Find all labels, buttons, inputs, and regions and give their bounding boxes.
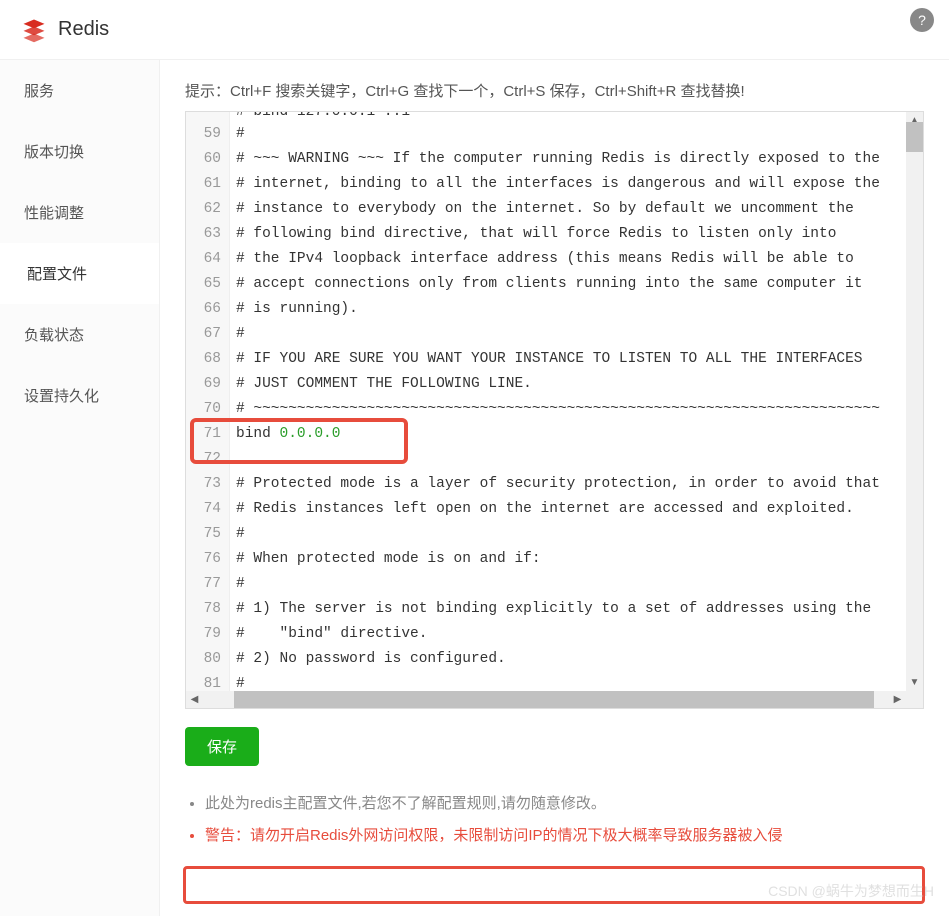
horizontal-scrollbar[interactable]: ◀ ▶	[186, 691, 906, 708]
sidebar-item-config[interactable]: 配置文件	[0, 243, 159, 304]
scroll-right-icon[interactable]: ▶	[889, 691, 906, 708]
sidebar-item-performance[interactable]: 性能调整	[0, 182, 159, 243]
save-button[interactable]: 保存	[185, 727, 259, 766]
header: Redis ?	[0, 0, 949, 60]
help-icon[interactable]: ?	[910, 8, 934, 32]
scroll-corner	[906, 691, 923, 708]
main-container: 服务 版本切换 性能调整 配置文件 负载状态 设置持久化 提示：Ctrl+F 搜…	[0, 60, 949, 916]
note-item-warning: 警告：请勿开启Redis外网访问权限，未限制访问IP的情况下极大概率导致服务器被…	[205, 820, 924, 852]
main-content: 提示：Ctrl+F 搜索关键字，Ctrl+G 查找下一个，Ctrl+S 保存，C…	[160, 60, 949, 916]
sidebar-item-persistence[interactable]: 设置持久化	[0, 365, 159, 426]
scroll-down-icon[interactable]: ▼	[906, 674, 923, 691]
vertical-scrollbar[interactable]: ▲ ▼	[906, 112, 923, 691]
scroll-thumb[interactable]	[906, 122, 923, 152]
config-notes: 此处为redis主配置文件,若您不了解配置规则,请勿随意修改。 警告：请勿开启R…	[185, 788, 924, 852]
scroll-thumb-h[interactable]	[234, 691, 874, 708]
scroll-left-icon[interactable]: ◀	[186, 691, 203, 708]
header-title: Redis	[58, 18, 109, 41]
note-item: 此处为redis主配置文件,若您不了解配置规则,请勿随意修改。	[205, 788, 924, 820]
sidebar-item-service[interactable]: 服务	[0, 60, 159, 121]
editor-tip: 提示：Ctrl+F 搜索关键字，Ctrl+G 查找下一个，Ctrl+S 保存，C…	[185, 80, 924, 101]
redis-logo-icon	[20, 16, 48, 44]
sidebar-item-load[interactable]: 负载状态	[0, 304, 159, 365]
sidebar-item-version[interactable]: 版本切换	[0, 121, 159, 182]
config-editor[interactable]: 5960616263646566676869707172737475767778…	[185, 111, 924, 709]
sidebar: 服务 版本切换 性能调整 配置文件 负载状态 设置持久化	[0, 60, 160, 916]
